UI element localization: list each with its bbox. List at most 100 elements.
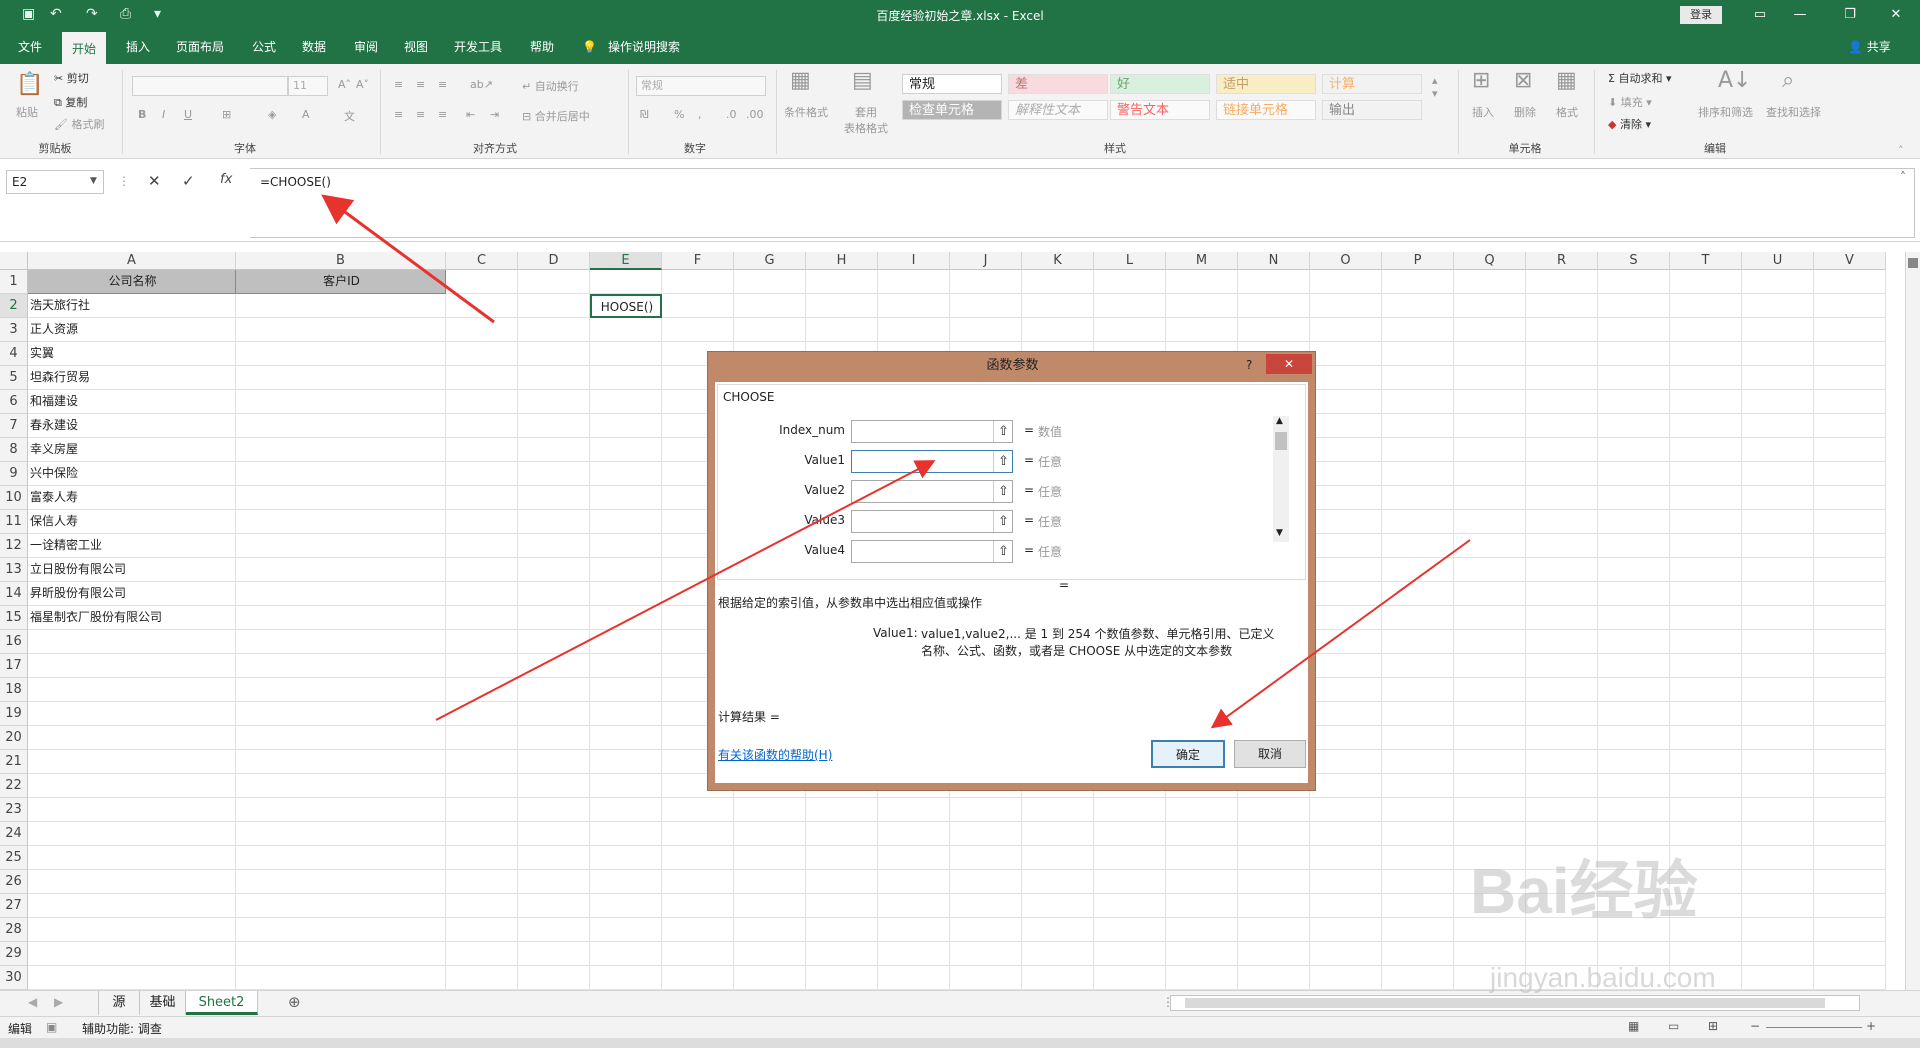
row-header-15[interactable]: 15 [0, 606, 28, 630]
style-explanatory[interactable]: 解释性文本 [1008, 100, 1108, 120]
cell-t16[interactable] [1670, 630, 1742, 654]
cell-i28[interactable] [878, 918, 950, 942]
column-header-o[interactable]: O [1310, 252, 1382, 270]
decrease-decimal-icon[interactable]: .00 [746, 108, 764, 121]
cell-l2[interactable] [1094, 294, 1166, 318]
cell-h3[interactable] [806, 318, 878, 342]
cell-p4[interactable] [1382, 342, 1454, 366]
cell-r13[interactable] [1526, 558, 1598, 582]
cell-s14[interactable] [1598, 582, 1670, 606]
cell-c22[interactable] [446, 774, 518, 798]
cell-c8[interactable] [446, 438, 518, 462]
cell-v24[interactable] [1814, 822, 1886, 846]
cell-b11[interactable] [236, 510, 446, 534]
cell-d21[interactable] [518, 750, 590, 774]
cell-d29[interactable] [518, 942, 590, 966]
cell-a18[interactable] [28, 678, 236, 702]
cell-u25[interactable] [1742, 846, 1814, 870]
cell-o20[interactable] [1310, 726, 1382, 750]
cell-q7[interactable] [1454, 414, 1526, 438]
cell-m1[interactable] [1166, 270, 1238, 294]
underline-icon[interactable]: U [184, 108, 192, 121]
cell-o17[interactable] [1310, 654, 1382, 678]
cell-e7[interactable] [590, 414, 662, 438]
ribbon-display-icon[interactable]: ▭ [1740, 4, 1780, 26]
cell-o30[interactable] [1310, 966, 1382, 990]
cell-b9[interactable] [236, 462, 446, 486]
cell-t21[interactable] [1670, 750, 1742, 774]
cell-v4[interactable] [1814, 342, 1886, 366]
cell-d24[interactable] [518, 822, 590, 846]
cell-a1[interactable]: 公司名称 [28, 270, 236, 294]
cell-u14[interactable] [1742, 582, 1814, 606]
format-as-table-label[interactable]: 套用 表格格式 [838, 104, 894, 136]
cell-a9[interactable]: 兴中保险 [28, 462, 236, 486]
cell-v26[interactable] [1814, 870, 1886, 894]
cell-p27[interactable] [1382, 894, 1454, 918]
cell-t11[interactable] [1670, 510, 1742, 534]
row-header-30[interactable]: 30 [0, 966, 28, 990]
cell-l24[interactable] [1094, 822, 1166, 846]
grow-font-icon[interactable]: A˄ [338, 78, 351, 91]
cell-j2[interactable] [950, 294, 1022, 318]
args-scrollbar[interactable]: ▲ ▼ [1273, 416, 1289, 542]
cell-l23[interactable] [1094, 798, 1166, 822]
cell-u23[interactable] [1742, 798, 1814, 822]
column-header-t[interactable]: T [1670, 252, 1742, 270]
cell-p19[interactable] [1382, 702, 1454, 726]
cell-o3[interactable] [1310, 318, 1382, 342]
cell-q11[interactable] [1454, 510, 1526, 534]
cell-i26[interactable] [878, 870, 950, 894]
cell-e4[interactable] [590, 342, 662, 366]
cell-a11[interactable]: 保信人寿 [28, 510, 236, 534]
cell-o26[interactable] [1310, 870, 1382, 894]
column-header-a[interactable]: A [28, 252, 236, 270]
zoom-in-icon[interactable]: + [1866, 1019, 1876, 1033]
next-sheet-icon[interactable]: ▶ [54, 995, 63, 1009]
cell-b10[interactable] [236, 486, 446, 510]
cell-e15[interactable] [590, 606, 662, 630]
cell-a13[interactable]: 立日股份有限公司 [28, 558, 236, 582]
cell-r7[interactable] [1526, 414, 1598, 438]
find-select-icon[interactable]: ⌕ [1782, 68, 1794, 93]
sheet-tab-source[interactable]: 源 [98, 991, 140, 1015]
cell-v7[interactable] [1814, 414, 1886, 438]
cell-q14[interactable] [1454, 582, 1526, 606]
cell-i30[interactable] [878, 966, 950, 990]
cell-u22[interactable] [1742, 774, 1814, 798]
insert-function-icon[interactable]: fx [220, 172, 232, 187]
column-header-b[interactable]: B [236, 252, 446, 270]
cell-d10[interactable] [518, 486, 590, 510]
cell-e30[interactable] [590, 966, 662, 990]
cell-a10[interactable]: 富泰人寿 [28, 486, 236, 510]
cell-j28[interactable] [950, 918, 1022, 942]
cell-b12[interactable] [236, 534, 446, 558]
cell-q4[interactable] [1454, 342, 1526, 366]
cell-j1[interactable] [950, 270, 1022, 294]
row-header-29[interactable]: 29 [0, 942, 28, 966]
cell-u11[interactable] [1742, 510, 1814, 534]
cell-h25[interactable] [806, 846, 878, 870]
row-header-4[interactable]: 4 [0, 342, 28, 366]
tab-developer[interactable]: 开发工具 [452, 30, 504, 64]
cell-t17[interactable] [1670, 654, 1742, 678]
cell-e22[interactable] [590, 774, 662, 798]
cell-o7[interactable] [1310, 414, 1382, 438]
cell-d22[interactable] [518, 774, 590, 798]
align-center-icon[interactable]: ≡ [416, 108, 425, 121]
cell-s5[interactable] [1598, 366, 1670, 390]
cell-d17[interactable] [518, 654, 590, 678]
cell-k26[interactable] [1022, 870, 1094, 894]
cell-b30[interactable] [236, 966, 446, 990]
cell-s6[interactable] [1598, 390, 1670, 414]
cell-p26[interactable] [1382, 870, 1454, 894]
h-scroll-thumb[interactable] [1185, 998, 1825, 1008]
cell-f30[interactable] [662, 966, 734, 990]
row-header-3[interactable]: 3 [0, 318, 28, 342]
cell-t3[interactable] [1670, 318, 1742, 342]
login-button[interactable]: 登录 [1680, 6, 1722, 24]
cell-m27[interactable] [1166, 894, 1238, 918]
cell-p7[interactable] [1382, 414, 1454, 438]
cell-h27[interactable] [806, 894, 878, 918]
cell-u8[interactable] [1742, 438, 1814, 462]
